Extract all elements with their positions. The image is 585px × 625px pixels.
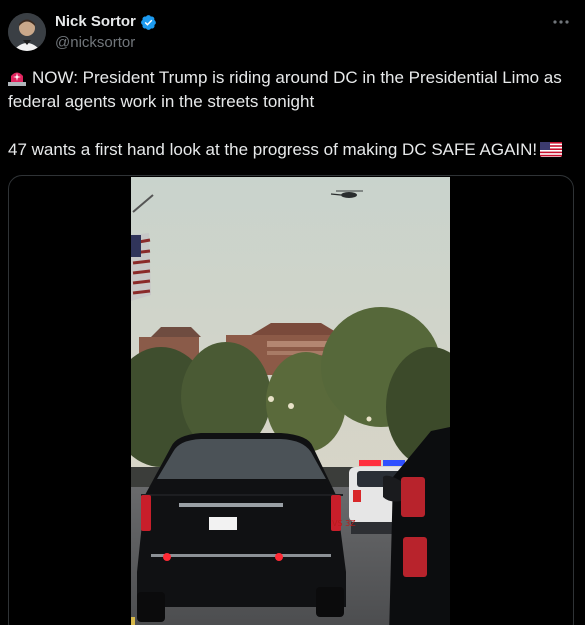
license-plate: VS 3Z: [332, 519, 356, 528]
tweet-card[interactable]: Nick Sortor @nicksortor NOW: President T…: [0, 0, 585, 625]
tweet-text: NOW: President Trump is riding around DC…: [8, 66, 578, 162]
author-name[interactable]: Nick Sortor: [55, 13, 136, 31]
tweet-line-1: NOW: President Trump is riding around DC…: [8, 68, 562, 111]
more-options-icon[interactable]: [551, 12, 571, 32]
tweet-line-2: 47 wants a first hand look at the progre…: [8, 140, 538, 159]
rotating-light-siren-icon: [8, 72, 26, 86]
media-container[interactable]: VS 3Z: [8, 175, 574, 625]
tweet-paragraph-1: NOW: President Trump is riding around DC…: [8, 66, 578, 114]
video-player[interactable]: VS 3Z: [131, 177, 450, 625]
author-avatar[interactable]: [8, 13, 46, 51]
video-frame-image: [131, 177, 450, 625]
avatar-image: [8, 13, 46, 51]
us-flag-icon: [540, 142, 563, 157]
author-handle[interactable]: @nicksortor: [55, 34, 135, 52]
flag-in-video: [131, 233, 151, 301]
presidential-limo: [137, 433, 346, 622]
tweet-paragraph-2: 47 wants a first hand look at the progre…: [8, 138, 578, 162]
verified-badge-icon[interactable]: [140, 14, 157, 31]
